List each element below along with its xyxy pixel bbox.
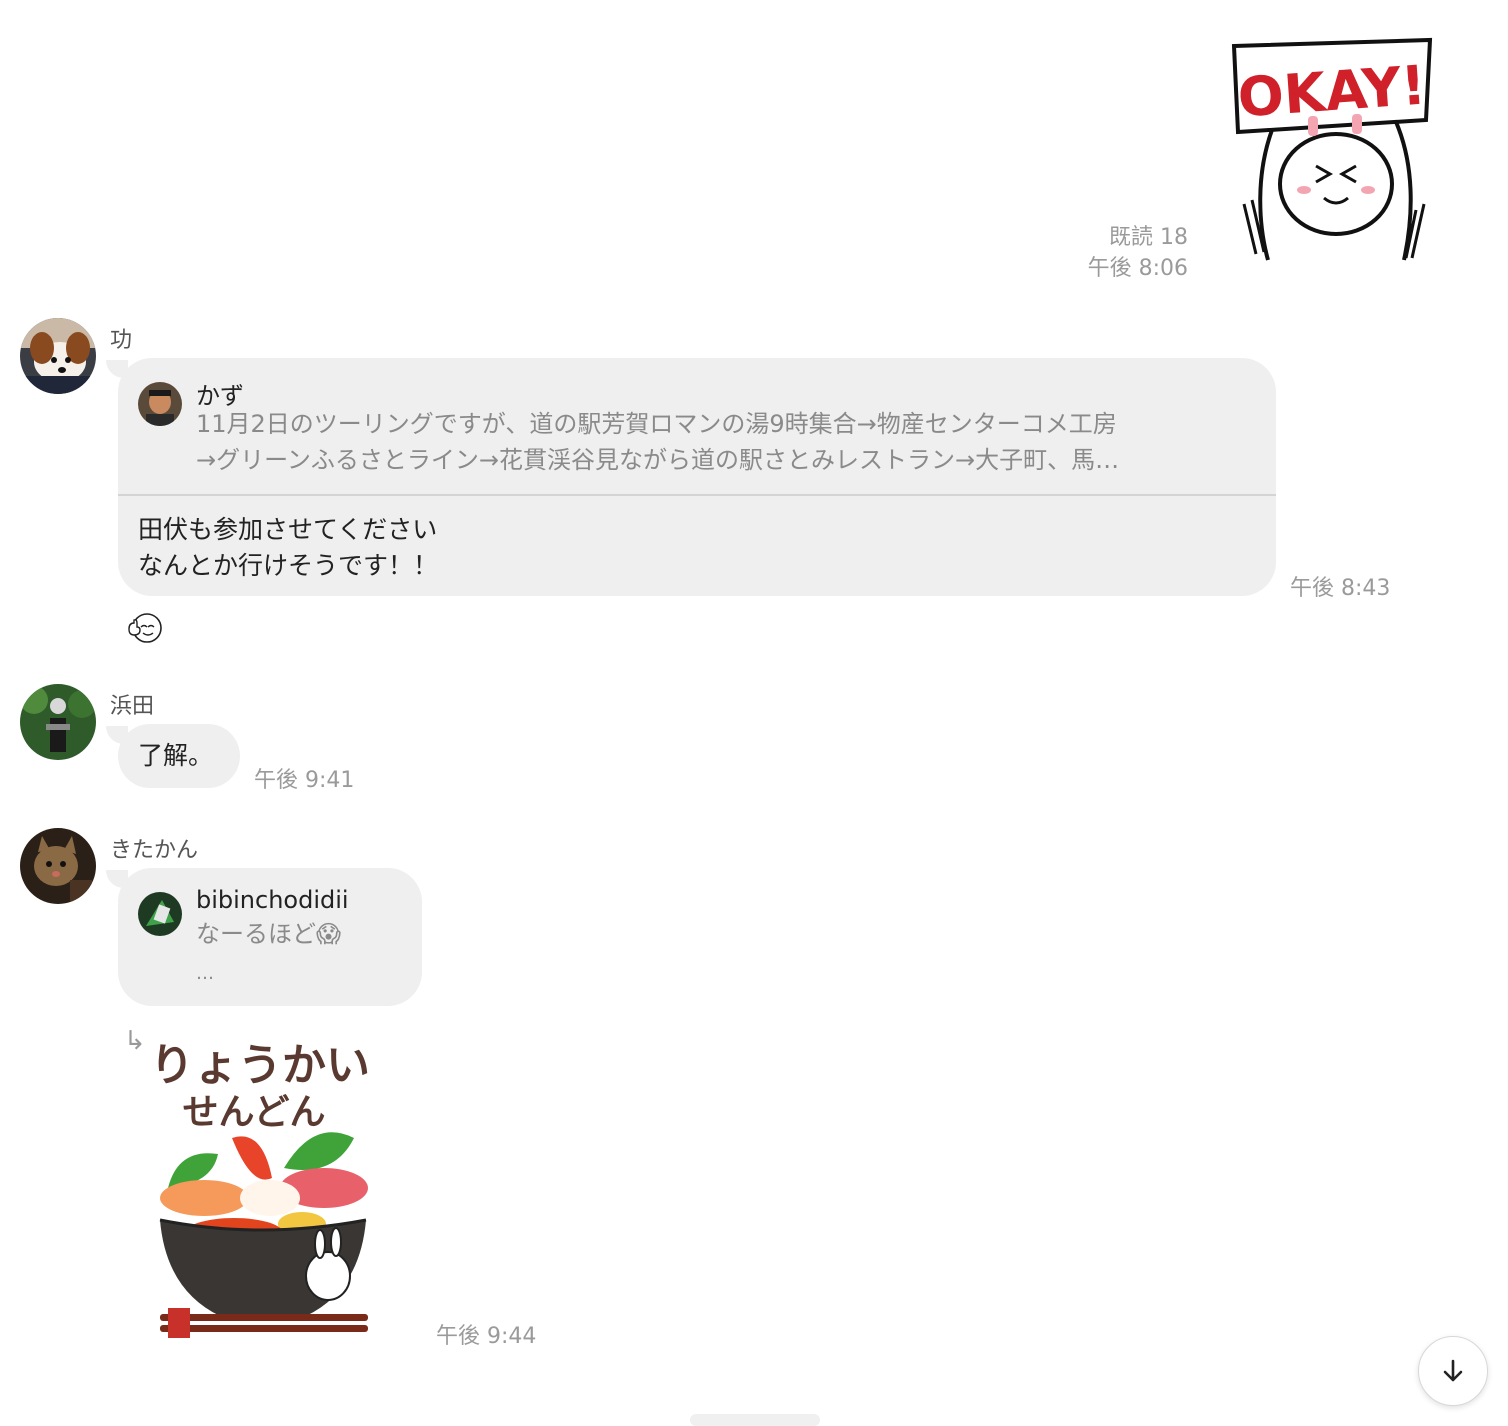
message-bubble-with-quote[interactable]: かず 11月2日のツーリングですが、道の駅芳賀ロマンの湯9時集合→物産センターコ… (118, 358, 1276, 596)
message-text: 了解。 (138, 741, 214, 770)
avatar-kitakan[interactable] (20, 828, 96, 904)
avatar-isao[interactable] (20, 318, 96, 394)
dog-photo-icon (20, 318, 96, 394)
scroll-to-bottom-button[interactable] (1418, 1336, 1488, 1406)
motorcycle-photo-icon (20, 684, 96, 760)
thumbs-up-face-icon[interactable] (126, 611, 164, 645)
message-bubble[interactable]: 了解。 (118, 724, 240, 788)
message-bubble-with-quote[interactable]: bibinchodidii なーるほど😱 … (118, 868, 422, 1006)
sender-name: 功 (110, 328, 133, 353)
message-time: 午後 9:44 (436, 1324, 537, 1349)
sticker-text-line1: りょうかい (154, 1040, 370, 1091)
quote-text-line2: →グリーンふるさとライン→花貫渓谷見ながら道の駅さとみレストラン→大子町、馬… (196, 446, 1120, 474)
person-photo-icon (138, 382, 182, 426)
message-time: 午後 9:41 (254, 768, 355, 793)
green-photo-icon (138, 892, 182, 936)
message-text-line2: なんとか行けそうです！！ (138, 551, 439, 580)
cat-photo-icon (20, 828, 96, 904)
sender-name: きたかん (110, 838, 199, 863)
quote-author-name: bibinchodidii (196, 886, 349, 914)
seafood-bowl-sticker[interactable]: りょうかい せんどん (154, 1028, 376, 1346)
avatar-hamada[interactable] (20, 684, 96, 760)
quote-author-avatar[interactable] (138, 382, 182, 426)
arrow-down-icon (1443, 1359, 1463, 1382)
okay-sticker-text: OKAY! (1236, 54, 1428, 130)
reply-arrow-icon: ↳ (124, 1026, 146, 1056)
okay-sticker[interactable]: OKAY! (1228, 34, 1438, 266)
sender-name: 浜田 (110, 694, 155, 719)
message-text-line1: 田伏も参加させてください (138, 515, 438, 544)
sent-message-meta: 既読 18 午後 8:06 (1088, 222, 1188, 284)
read-receipt: 既読 18 (1109, 225, 1188, 250)
sticker-text-line2: せんどん (183, 1092, 326, 1133)
quote-text-line1: なーるほど😱 (196, 920, 342, 948)
message-time: 午後 8:06 (1087, 256, 1188, 281)
quote-text-line2: … (196, 963, 214, 984)
quote-author-avatar[interactable] (138, 892, 182, 936)
message-time: 午後 8:43 (1290, 576, 1391, 601)
quote-text-line1: 11月2日のツーリングですが、道の駅芳賀ロマンの湯9時集合→物産センターコメ工房 (196, 410, 1117, 438)
bottom-handle (690, 1414, 820, 1426)
quote-divider (118, 494, 1276, 496)
